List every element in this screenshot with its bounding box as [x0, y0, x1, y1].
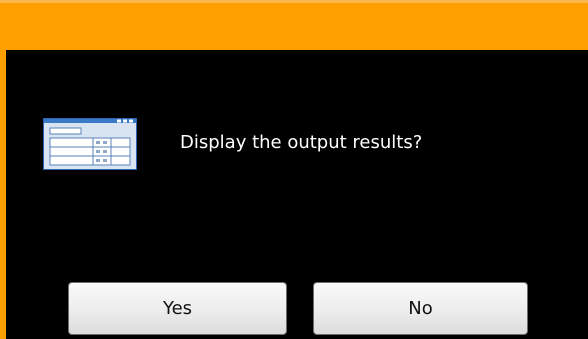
dialog-message: Display the output results?: [180, 132, 423, 153]
yes-button[interactable]: Yes: [68, 282, 287, 335]
yes-button-label: Yes: [162, 297, 193, 319]
no-button-label: No: [408, 297, 433, 319]
title-bar: [0, 0, 588, 50]
table-window-icon: [43, 118, 137, 170]
no-button[interactable]: No: [313, 282, 528, 335]
dialog-window: Display the output results? Yes No: [0, 0, 588, 339]
title-bar-highlight: [0, 0, 588, 3]
